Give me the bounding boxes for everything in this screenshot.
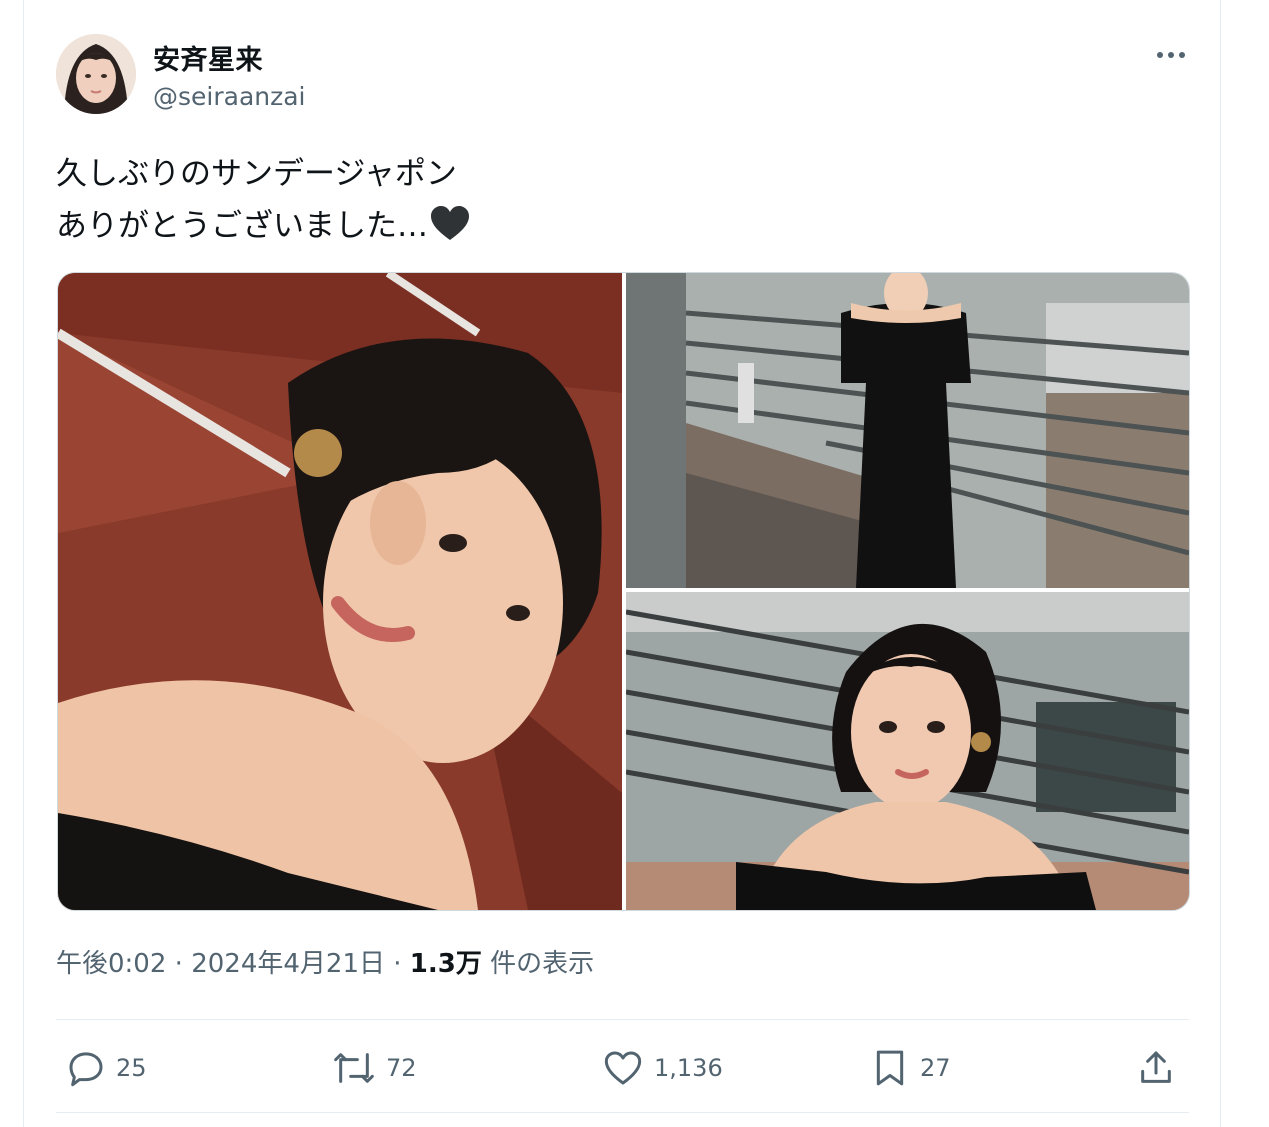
avatar-image [56,34,136,114]
divider [56,1019,1189,1020]
black-heart-icon [430,206,470,258]
more-button[interactable] [1148,38,1194,72]
tweet-line-2-text: ありがとうございました… [56,208,428,244]
photo-1[interactable] [58,273,622,910]
photo-2-image [626,273,1189,588]
repost-icon [334,1053,374,1083]
like-icon [604,1051,642,1085]
bookmark-button[interactable]: 27 [870,1040,951,1096]
divider [56,1112,1189,1113]
view-count: 1.3万 [409,949,482,979]
media-grid[interactable] [57,272,1190,911]
display-name[interactable]: 安斉星来 [153,38,263,77]
bookmark-count: 27 [920,1054,951,1082]
like-count: 1,136 [654,1054,723,1082]
more-icon [1157,52,1185,58]
photo-2[interactable] [626,273,1189,588]
share-button[interactable] [1136,1040,1176,1096]
photo-1-image [58,273,622,910]
photo-3[interactable] [626,592,1189,910]
tweet-line-2: ありがとうございました… [56,200,470,258]
repost-button[interactable]: 72 [332,1040,417,1096]
share-icon [1141,1051,1171,1083]
reply-count: 25 [116,1054,147,1082]
view-label: 件の表示 [481,949,595,979]
tweet-line-1: 久しぶりのサンデージャポン [56,156,457,192]
tweet-time[interactable]: 午後0:02 [56,949,166,979]
tweet-date[interactable]: 2024年4月21日 [191,949,385,979]
media-gutter-horizontal [626,588,1189,592]
bookmark-icon [876,1050,904,1086]
avatar[interactable] [56,34,136,114]
photo-3-image [626,592,1189,910]
reply-icon [69,1052,103,1087]
meta-separator: · [384,949,410,979]
action-bar: 25 72 1,136 27 [56,1040,1189,1096]
handle[interactable]: @seiraanzai [153,82,306,111]
tweet-meta: 午後0:02 · 2024年4月21日 · 1.3万 件の表示 [56,943,594,980]
reply-button[interactable]: 25 [66,1040,147,1096]
like-button[interactable]: 1,136 [602,1040,723,1096]
meta-separator: · [166,949,192,979]
tweet-text: 久しぶりのサンデージャポン ありがとうございました… [56,148,470,258]
repost-count: 72 [386,1054,417,1082]
